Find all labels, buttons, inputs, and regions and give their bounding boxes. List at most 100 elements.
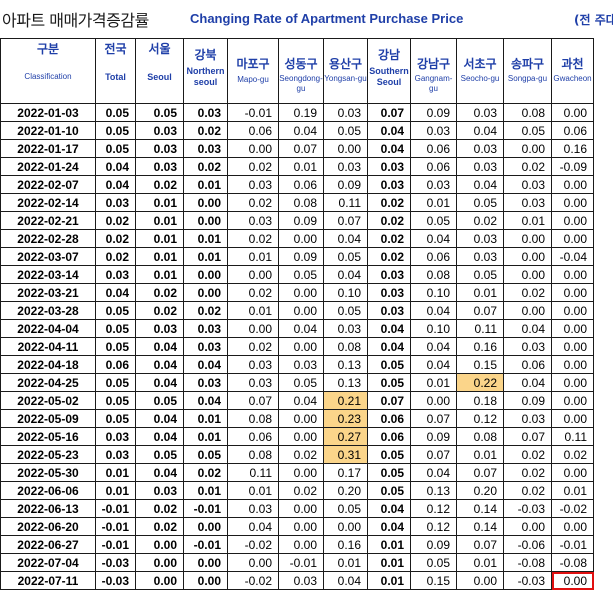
- value-cell[interactable]: 0.03: [227, 211, 279, 230]
- value-cell[interactable]: 0.09: [410, 427, 457, 446]
- value-cell[interactable]: -0.08: [551, 553, 594, 572]
- value-cell[interactable]: 0.04: [367, 121, 411, 140]
- value-cell[interactable]: 0.04: [278, 121, 324, 140]
- value-cell[interactable]: -0.01: [95, 499, 136, 518]
- value-cell[interactable]: 0.03: [323, 157, 368, 176]
- value-cell[interactable]: 0.04: [323, 229, 368, 248]
- value-cell[interactable]: 0.03: [456, 103, 504, 122]
- value-cell[interactable]: 0.03: [183, 103, 228, 122]
- value-cell[interactable]: 0.03: [227, 373, 279, 392]
- value-cell[interactable]: 0.04: [183, 355, 228, 374]
- value-cell[interactable]: 0.03: [227, 175, 279, 194]
- date-cell[interactable]: 2022-06-13: [0, 499, 96, 518]
- value-cell[interactable]: 0.15: [410, 571, 457, 590]
- value-cell[interactable]: 0.06: [551, 121, 594, 140]
- value-cell[interactable]: 0.00: [551, 571, 594, 590]
- value-cell[interactable]: 0.06: [367, 409, 411, 428]
- value-cell[interactable]: -0.01: [227, 103, 279, 122]
- value-cell[interactable]: 0.01: [227, 301, 279, 320]
- value-cell[interactable]: 0.01: [551, 481, 594, 500]
- value-cell[interactable]: 0.04: [135, 337, 184, 356]
- value-cell[interactable]: 0.00: [551, 391, 594, 410]
- value-cell[interactable]: 0.00: [503, 247, 552, 266]
- value-cell[interactable]: 0.04: [95, 157, 136, 176]
- value-cell[interactable]: 0.11: [227, 463, 279, 482]
- value-cell[interactable]: 0.03: [456, 229, 504, 248]
- value-cell[interactable]: 0.04: [95, 175, 136, 194]
- value-cell[interactable]: 0.04: [135, 409, 184, 428]
- value-cell[interactable]: 0.03: [367, 301, 411, 320]
- value-cell[interactable]: 0.01: [503, 211, 552, 230]
- value-cell[interactable]: 0.00: [183, 283, 228, 302]
- value-cell[interactable]: 0.07: [367, 103, 411, 122]
- value-cell[interactable]: 0.03: [367, 283, 411, 302]
- value-cell[interactable]: 0.07: [456, 463, 504, 482]
- value-cell[interactable]: 0.06: [95, 355, 136, 374]
- value-cell[interactable]: 0.02: [135, 499, 184, 518]
- value-cell[interactable]: 0.01: [227, 481, 279, 500]
- date-cell[interactable]: 2022-06-27: [0, 535, 96, 554]
- value-cell[interactable]: 0.02: [367, 229, 411, 248]
- value-cell[interactable]: 0.03: [503, 409, 552, 428]
- value-cell[interactable]: 0.00: [278, 535, 324, 554]
- value-cell[interactable]: 0.02: [135, 301, 184, 320]
- value-cell[interactable]: 0.05: [367, 373, 411, 392]
- value-cell[interactable]: 0.02: [135, 517, 184, 536]
- value-cell[interactable]: 0.03: [367, 265, 411, 284]
- value-cell[interactable]: 0.00: [278, 427, 324, 446]
- date-cell[interactable]: 2022-02-07: [0, 175, 96, 194]
- value-cell[interactable]: 0.16: [456, 337, 504, 356]
- value-cell[interactable]: 0.04: [410, 337, 457, 356]
- value-cell[interactable]: 0.00: [278, 463, 324, 482]
- value-cell[interactable]: 0.12: [410, 517, 457, 536]
- value-cell[interactable]: 0.00: [227, 265, 279, 284]
- value-cell[interactable]: 0.00: [278, 517, 324, 536]
- value-cell[interactable]: 0.01: [135, 265, 184, 284]
- value-cell[interactable]: 0.00: [278, 301, 324, 320]
- value-cell[interactable]: -0.06: [503, 535, 552, 554]
- value-cell[interactable]: 0.04: [456, 121, 504, 140]
- value-cell[interactable]: 0.11: [323, 193, 368, 212]
- value-cell[interactable]: 0.04: [503, 319, 552, 338]
- value-cell[interactable]: 0.00: [551, 355, 594, 374]
- value-cell[interactable]: 0.18: [456, 391, 504, 410]
- value-cell[interactable]: 0.02: [503, 157, 552, 176]
- value-cell[interactable]: 0.04: [135, 355, 184, 374]
- date-cell[interactable]: 2022-04-18: [0, 355, 96, 374]
- value-cell[interactable]: -0.01: [278, 553, 324, 572]
- value-cell[interactable]: 0.04: [367, 517, 411, 536]
- value-cell[interactable]: 0.12: [410, 499, 457, 518]
- value-cell[interactable]: 0.01: [367, 571, 411, 590]
- value-cell[interactable]: 0.03: [135, 121, 184, 140]
- value-cell[interactable]: 0.04: [323, 571, 368, 590]
- value-cell[interactable]: 0.03: [183, 139, 228, 158]
- value-cell[interactable]: 0.04: [278, 319, 324, 338]
- value-cell[interactable]: 0.02: [227, 157, 279, 176]
- value-cell[interactable]: 0.04: [323, 265, 368, 284]
- value-cell[interactable]: 0.02: [551, 445, 594, 464]
- value-cell[interactable]: 0.16: [551, 139, 594, 158]
- value-cell[interactable]: -0.03: [95, 553, 136, 572]
- value-cell[interactable]: 0.13: [323, 355, 368, 374]
- value-cell[interactable]: 0.01: [135, 193, 184, 212]
- value-cell[interactable]: -0.03: [95, 571, 136, 590]
- value-cell[interactable]: 0.00: [551, 409, 594, 428]
- value-cell[interactable]: 0.05: [367, 481, 411, 500]
- value-cell[interactable]: 0.01: [410, 373, 457, 392]
- value-cell[interactable]: 0.08: [323, 337, 368, 356]
- value-cell[interactable]: 0.00: [135, 571, 184, 590]
- value-cell[interactable]: 0.03: [503, 337, 552, 356]
- value-cell[interactable]: 0.02: [227, 193, 279, 212]
- value-cell[interactable]: 0.07: [227, 391, 279, 410]
- value-cell[interactable]: 0.00: [551, 463, 594, 482]
- value-cell[interactable]: -0.03: [503, 499, 552, 518]
- value-cell[interactable]: 0.00: [551, 103, 594, 122]
- value-cell[interactable]: 0.02: [95, 211, 136, 230]
- value-cell[interactable]: 0.02: [183, 301, 228, 320]
- value-cell[interactable]: 0.19: [278, 103, 324, 122]
- value-cell[interactable]: 0.01: [95, 481, 136, 500]
- value-cell[interactable]: 0.00: [278, 229, 324, 248]
- date-cell[interactable]: 2022-07-04: [0, 553, 96, 572]
- value-cell[interactable]: 0.00: [135, 553, 184, 572]
- value-cell[interactable]: 0.03: [278, 571, 324, 590]
